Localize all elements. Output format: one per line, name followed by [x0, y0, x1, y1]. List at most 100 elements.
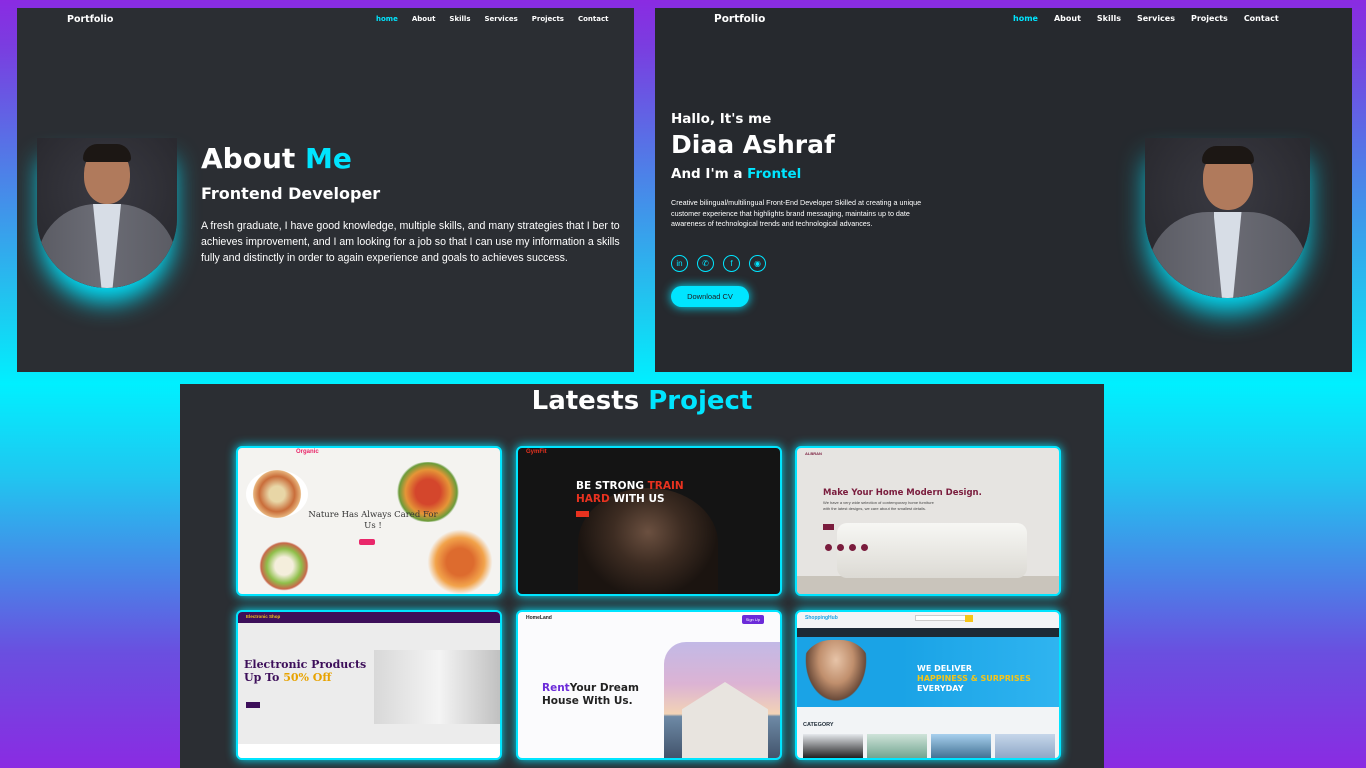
mini-nav: ALBRAN — [797, 448, 1059, 459]
logo[interactable]: Portfolio — [67, 14, 113, 25]
project-headline: Electronic Products Up To 50% Off — [244, 658, 366, 684]
headline-part: BE STRONG — [576, 480, 648, 492]
headline-part: Your Dream — [569, 682, 639, 694]
mini-nav: ShoppingHub — [797, 612, 1059, 623]
github-icon[interactable]: ◉ — [749, 255, 766, 272]
mini-nav: HomeLand Sign Up — [518, 612, 780, 624]
project-card-electronic-shop[interactable]: Electronic Shop Electronic Products Up T… — [236, 610, 502, 760]
projects-title-accent: Project — [648, 386, 753, 416]
social-dot — [861, 544, 868, 551]
nav-about[interactable]: About — [412, 15, 436, 23]
person-hair — [1201, 146, 1254, 164]
social-links: in ✆ f ◉ — [671, 255, 766, 272]
projects-title: Latests Project — [180, 386, 1104, 416]
page-footer-strip — [238, 744, 500, 758]
nav-links: home About Skills Services Projects Cont… — [376, 15, 608, 23]
project-card-organic[interactable]: Organic Nature Has Always Cared For Us ! — [236, 446, 502, 596]
category-thumbnails — [803, 734, 1055, 758]
nav-contact[interactable]: Contact — [1244, 14, 1279, 23]
logo[interactable]: Portfolio — [714, 13, 765, 25]
project-logo: GymFit — [526, 449, 547, 455]
nav-projects[interactable]: Projects — [532, 15, 564, 23]
social-dot — [849, 544, 856, 551]
category-thumb — [803, 734, 863, 758]
about-title-text: About — [201, 142, 306, 175]
projects-panel: Latests Project Organic Nature Has Alway… — [180, 384, 1104, 768]
search-icon — [965, 615, 973, 622]
category-bar — [797, 628, 1059, 637]
nav-projects[interactable]: Projects — [1191, 14, 1228, 23]
project-cta — [576, 511, 589, 517]
hero-name: Diaa Ashraf — [671, 130, 835, 159]
nav-services[interactable]: Services — [1137, 14, 1175, 23]
about-title-accent: Me — [305, 142, 352, 175]
about-description: A fresh graduate, I have good knowledge,… — [201, 220, 620, 264]
navbar: Portfolio home About Skills Services Pro… — [17, 8, 634, 30]
project-card-shoppinghub[interactable]: ShoppingHub WE DELIVER HAPPINESS & SURPR… — [795, 610, 1061, 760]
about-subtitle: Frontend Developer — [201, 184, 381, 203]
headline-part: HAPPINESS & SURPRISES — [917, 674, 1031, 683]
headline-part: House With Us. — [542, 695, 633, 707]
linkedin-icon[interactable]: in — [671, 255, 688, 272]
nav-contact[interactable]: Contact — [578, 15, 609, 23]
project-headline: RentYour Dream House With Us. — [542, 682, 639, 708]
social-dots — [825, 544, 868, 551]
headline-part: EVERYDAY — [917, 684, 964, 693]
hero-greeting: Hallo, It's me — [671, 111, 772, 127]
nav-home[interactable]: home — [1013, 14, 1038, 23]
project-logo: ALBRAN — [805, 451, 822, 456]
project-logo: Organic — [296, 449, 319, 455]
project-cta — [823, 524, 834, 530]
project-headline: BE STRONG TRAIN HARD WITH US — [576, 480, 684, 506]
headline-part: WITH US — [613, 493, 665, 505]
project-description: We have a very wide selection of contemp… — [823, 500, 934, 511]
category-title: CATEGORY — [803, 722, 834, 728]
nav-skills[interactable]: Skills — [1097, 14, 1121, 23]
project-cta — [359, 539, 375, 545]
project-card-gym[interactable]: GymFit BE STRONG TRAIN HARD WITH US — [516, 446, 782, 596]
nav-skills[interactable]: Skills — [449, 15, 470, 23]
food-image — [418, 528, 500, 594]
hero-role-typed: Frontel — [747, 166, 802, 182]
search-input — [915, 615, 967, 621]
whatsapp-icon[interactable]: ✆ — [697, 255, 714, 272]
project-logo: ShoppingHub — [805, 615, 838, 621]
headline-part: Rent — [542, 682, 570, 694]
floor — [797, 576, 1059, 594]
nav-services[interactable]: Services — [484, 15, 517, 23]
headline-part: Electronic Products — [244, 658, 367, 671]
mini-nav: Electronic Shop — [238, 612, 500, 623]
navbar: Portfolio home About Skills Services Pro… — [655, 8, 1352, 30]
headline-part: Up To — [244, 671, 284, 684]
category-thumb — [867, 734, 927, 758]
facebook-icon[interactable]: f — [723, 255, 740, 272]
profile-photo — [1145, 138, 1310, 298]
nav-links: home About Skills Services Projects Cont… — [1013, 14, 1279, 23]
nav-about[interactable]: About — [1054, 14, 1081, 23]
appliances-image — [374, 650, 500, 724]
person-hair — [83, 144, 131, 162]
about-panel: Portfolio home About Skills Services Pro… — [17, 8, 634, 372]
hero-role: And I'm a Frontel — [671, 166, 801, 182]
social-dot — [837, 544, 844, 551]
project-card-homeland[interactable]: HomeLand Sign Up RentYour Dream House Wi… — [516, 610, 782, 760]
headline-part: HARD — [576, 493, 614, 505]
headline-part: 50% Off — [283, 671, 332, 684]
category-thumb — [995, 734, 1055, 758]
nav-home[interactable]: home — [376, 15, 398, 23]
project-cta — [246, 702, 260, 708]
social-dot — [825, 544, 832, 551]
project-card-furniture[interactable]: ALBRAN Make Your Home Modern Design. We … — [795, 446, 1061, 596]
headline-part: WE DELIVER — [917, 664, 973, 673]
mini-nav: Organic — [238, 448, 500, 459]
projects-title-text: Latests — [531, 386, 649, 416]
hero-description: Creative bilingual/multilingual Front-En… — [671, 198, 922, 229]
project-headline: Nature Has Always Cared For Us ! — [308, 510, 438, 531]
headline-part: TRAIN — [647, 480, 684, 492]
banner-headline: WE DELIVER HAPPINESS & SURPRISES EVERYDA… — [917, 664, 1059, 694]
project-headline: Make Your Home Modern Design. — [823, 488, 982, 498]
download-cv-button[interactable]: Download CV — [671, 286, 749, 307]
shoppers-image — [801, 640, 871, 707]
food-image — [254, 538, 314, 594]
mini-nav: GymFit — [518, 448, 780, 459]
